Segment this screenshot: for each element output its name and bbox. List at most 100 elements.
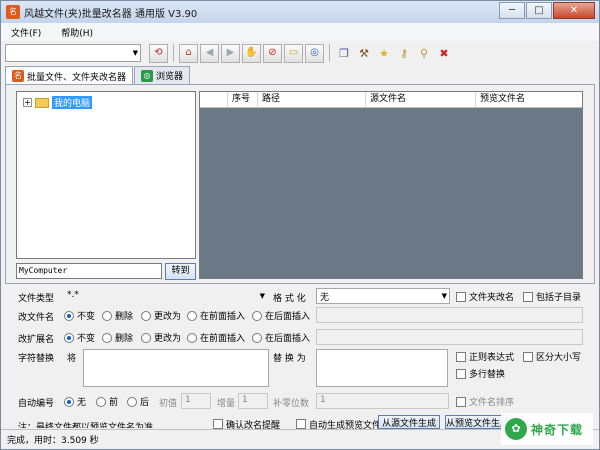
checkbox[interactable] — [456, 291, 466, 302]
radio-dot[interactable] — [187, 310, 197, 321]
search-button[interactable]: ⚲ — [415, 44, 433, 62]
rename-file-change[interactable]: 更改为 — [141, 309, 181, 322]
path-input[interactable]: MyComputer — [16, 263, 162, 279]
rename-file-suffix[interactable]: 在后面插入 — [252, 309, 310, 322]
generate-button[interactable]: 从源文件生成 — [378, 415, 440, 429]
tab-batch-rename[interactable]: 名 批量文件、文件夹改名器 — [5, 66, 134, 85]
case-sensitive-check[interactable]: 区分大小写 — [523, 350, 581, 363]
checkbox[interactable] — [456, 396, 466, 407]
auto-refresh-check[interactable]: 自动生成预览文件名 — [296, 419, 390, 429]
radio-dot[interactable] — [187, 332, 197, 343]
folder-rename-label: 文件夹改名 — [469, 293, 515, 303]
key-button[interactable]: ⚷ — [395, 44, 413, 62]
maximize-button[interactable]: □ — [526, 2, 552, 19]
menu-file[interactable]: 文件(F) — [1, 26, 51, 39]
toolbar-separator — [329, 44, 330, 62]
regex-check[interactable]: 正则表达式 — [456, 350, 514, 363]
generate-preview-button[interactable]: 从预览文件生成 — [445, 415, 507, 429]
radio-dot[interactable] — [141, 332, 151, 343]
menu-help[interactable]: 帮助(H) — [51, 26, 103, 39]
number-prefix[interactable]: 前 — [96, 395, 118, 408]
format-label: 格 式 化 — [273, 294, 306, 304]
replace-to-input[interactable] — [316, 349, 448, 387]
chevron-down-icon: ▼ — [132, 49, 138, 57]
format-value: 无 — [320, 293, 330, 303]
grid-header-blank — [200, 92, 228, 107]
open-folder-button[interactable]: ▭ — [284, 43, 303, 63]
minimize-button[interactable]: ─ — [499, 2, 525, 19]
multiline-replace-check[interactable]: 多行替换 — [456, 367, 505, 380]
title-bar[interactable]: 名 风越文件(夹)批量改名器 通用版 V3.90 ─ □ ✕ — [1, 1, 599, 23]
radio-dot[interactable] — [252, 310, 262, 321]
radio-dot[interactable] — [64, 310, 74, 321]
rename-file-delete[interactable]: 删除 — [102, 309, 133, 322]
checkbox[interactable] — [456, 368, 466, 379]
browser-button[interactable]: ◎ — [305, 43, 324, 63]
arrow-left-icon: ◀ — [205, 47, 214, 58]
format-combo[interactable]: 无 ▼ — [316, 288, 450, 304]
expand-icon[interactable]: + — [23, 98, 32, 107]
checkbox[interactable] — [213, 419, 223, 429]
back-button[interactable]: ◀ — [200, 43, 219, 63]
column-path[interactable]: 路径 — [258, 92, 366, 107]
rename-ext-delete[interactable]: 删除 — [102, 331, 133, 344]
path-combo[interactable]: ▼ — [5, 44, 141, 62]
radio-dot[interactable] — [141, 310, 151, 321]
radio-dot[interactable] — [102, 332, 112, 343]
forward-button[interactable]: ▶ — [221, 43, 240, 63]
radio-label: 后 — [140, 398, 150, 408]
favorite-button[interactable]: ★ — [375, 44, 393, 62]
increment-input[interactable]: 1 — [238, 393, 268, 409]
file-grid[interactable]: 序号 路径 源文件名 预览文件名 — [199, 91, 583, 279]
rename-file-prefix[interactable]: 在前面插入 — [187, 309, 245, 322]
number-suffix[interactable]: 后 — [127, 395, 149, 408]
confirm-check[interactable]: 确认改名提醒 — [213, 419, 280, 429]
close-button[interactable]: ✕ — [553, 2, 595, 19]
home-button[interactable]: ⌂ — [179, 43, 198, 63]
column-source-name[interactable]: 源文件名 — [366, 92, 476, 107]
rename-ext-change[interactable]: 更改为 — [141, 331, 181, 344]
folder-rename-check[interactable]: 文件夹改名 — [456, 290, 514, 303]
radio-dot[interactable] — [96, 396, 106, 407]
rename-ext-suffix[interactable]: 在后面插入 — [252, 331, 310, 344]
rename-file-unchanged[interactable]: 不变 — [64, 309, 95, 322]
checkbox[interactable] — [523, 291, 533, 302]
checkbox[interactable] — [296, 419, 306, 429]
column-index[interactable]: 序号 — [228, 92, 258, 107]
radio-dot[interactable] — [102, 310, 112, 321]
regex-label: 正则表达式 — [469, 353, 515, 363]
search-icon: ⚲ — [419, 46, 429, 60]
grid-header: 序号 路径 源文件名 预览文件名 — [200, 92, 582, 108]
number-none[interactable]: 无 — [64, 395, 86, 408]
radio-dot[interactable] — [64, 332, 74, 343]
stop-button[interactable]: ✋ — [242, 43, 261, 63]
tab-browser[interactable]: ◎ 浏览器 — [134, 66, 191, 84]
radio-dot[interactable] — [64, 396, 74, 407]
file-order-check[interactable]: 文件名排序 — [456, 395, 514, 408]
cancel-button[interactable]: ⊘ — [263, 43, 282, 63]
column-preview-name[interactable]: 预览文件名 — [476, 92, 582, 107]
goto-button[interactable]: 转到 — [165, 263, 196, 280]
pad-input[interactable]: 1 — [316, 393, 449, 409]
radio-dot[interactable] — [127, 396, 137, 407]
rename-ext-input[interactable] — [316, 329, 583, 345]
rename-file-input[interactable] — [316, 307, 583, 323]
rename-ext-unchanged[interactable]: 不变 — [64, 331, 95, 344]
copy-button[interactable]: ❐ — [335, 44, 353, 62]
rename-ext-prefix[interactable]: 在前面插入 — [187, 331, 245, 344]
include-subdirs-label: 包括子目录 — [536, 293, 582, 303]
exit-button[interactable]: ✖ — [435, 44, 453, 62]
radio-label: 更改为 — [154, 334, 182, 344]
folder-tree[interactable]: + 我的电脑 — [16, 91, 196, 259]
checkbox[interactable] — [523, 351, 533, 362]
file-type-combo[interactable]: *.* ▼ — [63, 288, 268, 304]
radio-dot[interactable] — [252, 332, 262, 343]
replace-from-input[interactable] — [83, 349, 269, 387]
folder-icon: ▭ — [288, 47, 299, 58]
refresh-button[interactable]: ⟲ — [149, 43, 168, 63]
tools-button[interactable]: ⚒ — [355, 44, 373, 62]
initial-input[interactable]: 1 — [181, 393, 211, 409]
checkbox[interactable] — [456, 351, 466, 362]
tree-item-my-computer[interactable]: + 我的电脑 — [23, 96, 93, 109]
include-subdirs-check[interactable]: 包括子目录 — [523, 290, 581, 303]
